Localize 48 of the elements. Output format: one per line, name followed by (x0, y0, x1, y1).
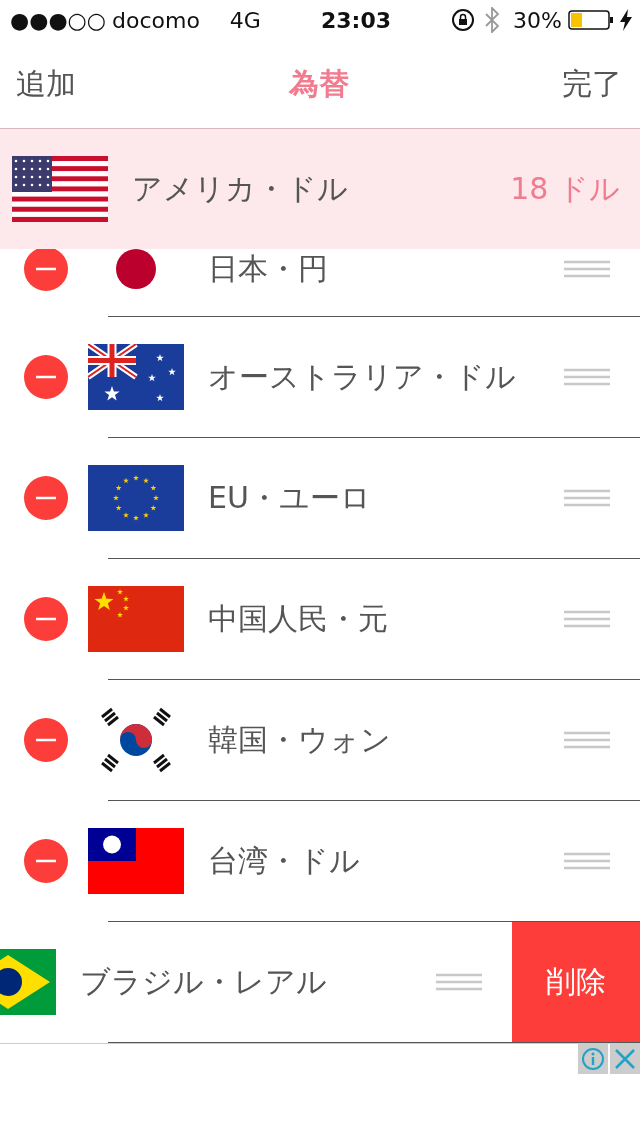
currency-name: 中国人民・元 (208, 599, 389, 638)
minus-icon (36, 859, 56, 863)
currency-name: 韓国・ウォン (208, 720, 392, 759)
flag-icon (88, 586, 184, 652)
bluetooth-icon (485, 7, 500, 33)
minus-icon (36, 375, 56, 379)
currency-name: オーストラリア・ドル (208, 357, 517, 396)
currency-name: アメリカ・ドル (132, 169, 349, 208)
network-type: 4G (229, 7, 261, 33)
reorder-handle-icon[interactable] (564, 260, 610, 278)
screen-title: 為替 (289, 64, 349, 103)
remove-button[interactable] (24, 839, 68, 883)
add-button[interactable]: 追加 (16, 63, 76, 105)
remove-button[interactable] (24, 476, 68, 520)
reorder-handle-icon[interactable] (564, 852, 610, 870)
battery-icon (568, 10, 614, 30)
remove-button[interactable] (24, 718, 68, 762)
status-time: 23:03 (321, 7, 391, 33)
close-button[interactable] (610, 1044, 640, 1074)
minus-icon (36, 496, 56, 500)
rotation-lock-icon (451, 8, 476, 32)
battery-percent: 30% (513, 7, 562, 33)
currency-name: 台湾・ドル (208, 841, 361, 880)
delete-button[interactable]: 削除 (512, 922, 640, 1042)
signal-strength: ●●●○○ (10, 7, 106, 33)
minus-icon (36, 267, 56, 271)
reorder-handle-icon[interactable] (564, 610, 610, 628)
remove-button[interactable] (24, 249, 68, 291)
reorder-handle-icon[interactable] (564, 489, 610, 507)
flag-icon (12, 156, 108, 222)
remove-button[interactable] (24, 355, 68, 399)
info-button[interactable] (578, 1044, 608, 1074)
currency-name: ブラジル・レアル (80, 962, 328, 1001)
currency-name: 日本・円 (208, 249, 329, 288)
minus-icon (36, 617, 56, 621)
charging-icon (620, 9, 632, 31)
remove-button[interactable] (24, 597, 68, 641)
flag-icon (88, 344, 184, 410)
carrier-name: docomo (112, 7, 200, 33)
minus-icon (36, 738, 56, 742)
flag-icon (88, 828, 184, 894)
flag-icon (88, 465, 184, 531)
done-button[interactable]: 完了 (562, 63, 622, 105)
currency-amount: 18 ドル (510, 169, 620, 208)
reorder-handle-icon[interactable] (436, 973, 482, 991)
reorder-handle-icon[interactable] (564, 368, 610, 386)
reorder-handle-icon[interactable] (564, 731, 610, 749)
currency-name: EU・ユーロ (208, 478, 372, 517)
